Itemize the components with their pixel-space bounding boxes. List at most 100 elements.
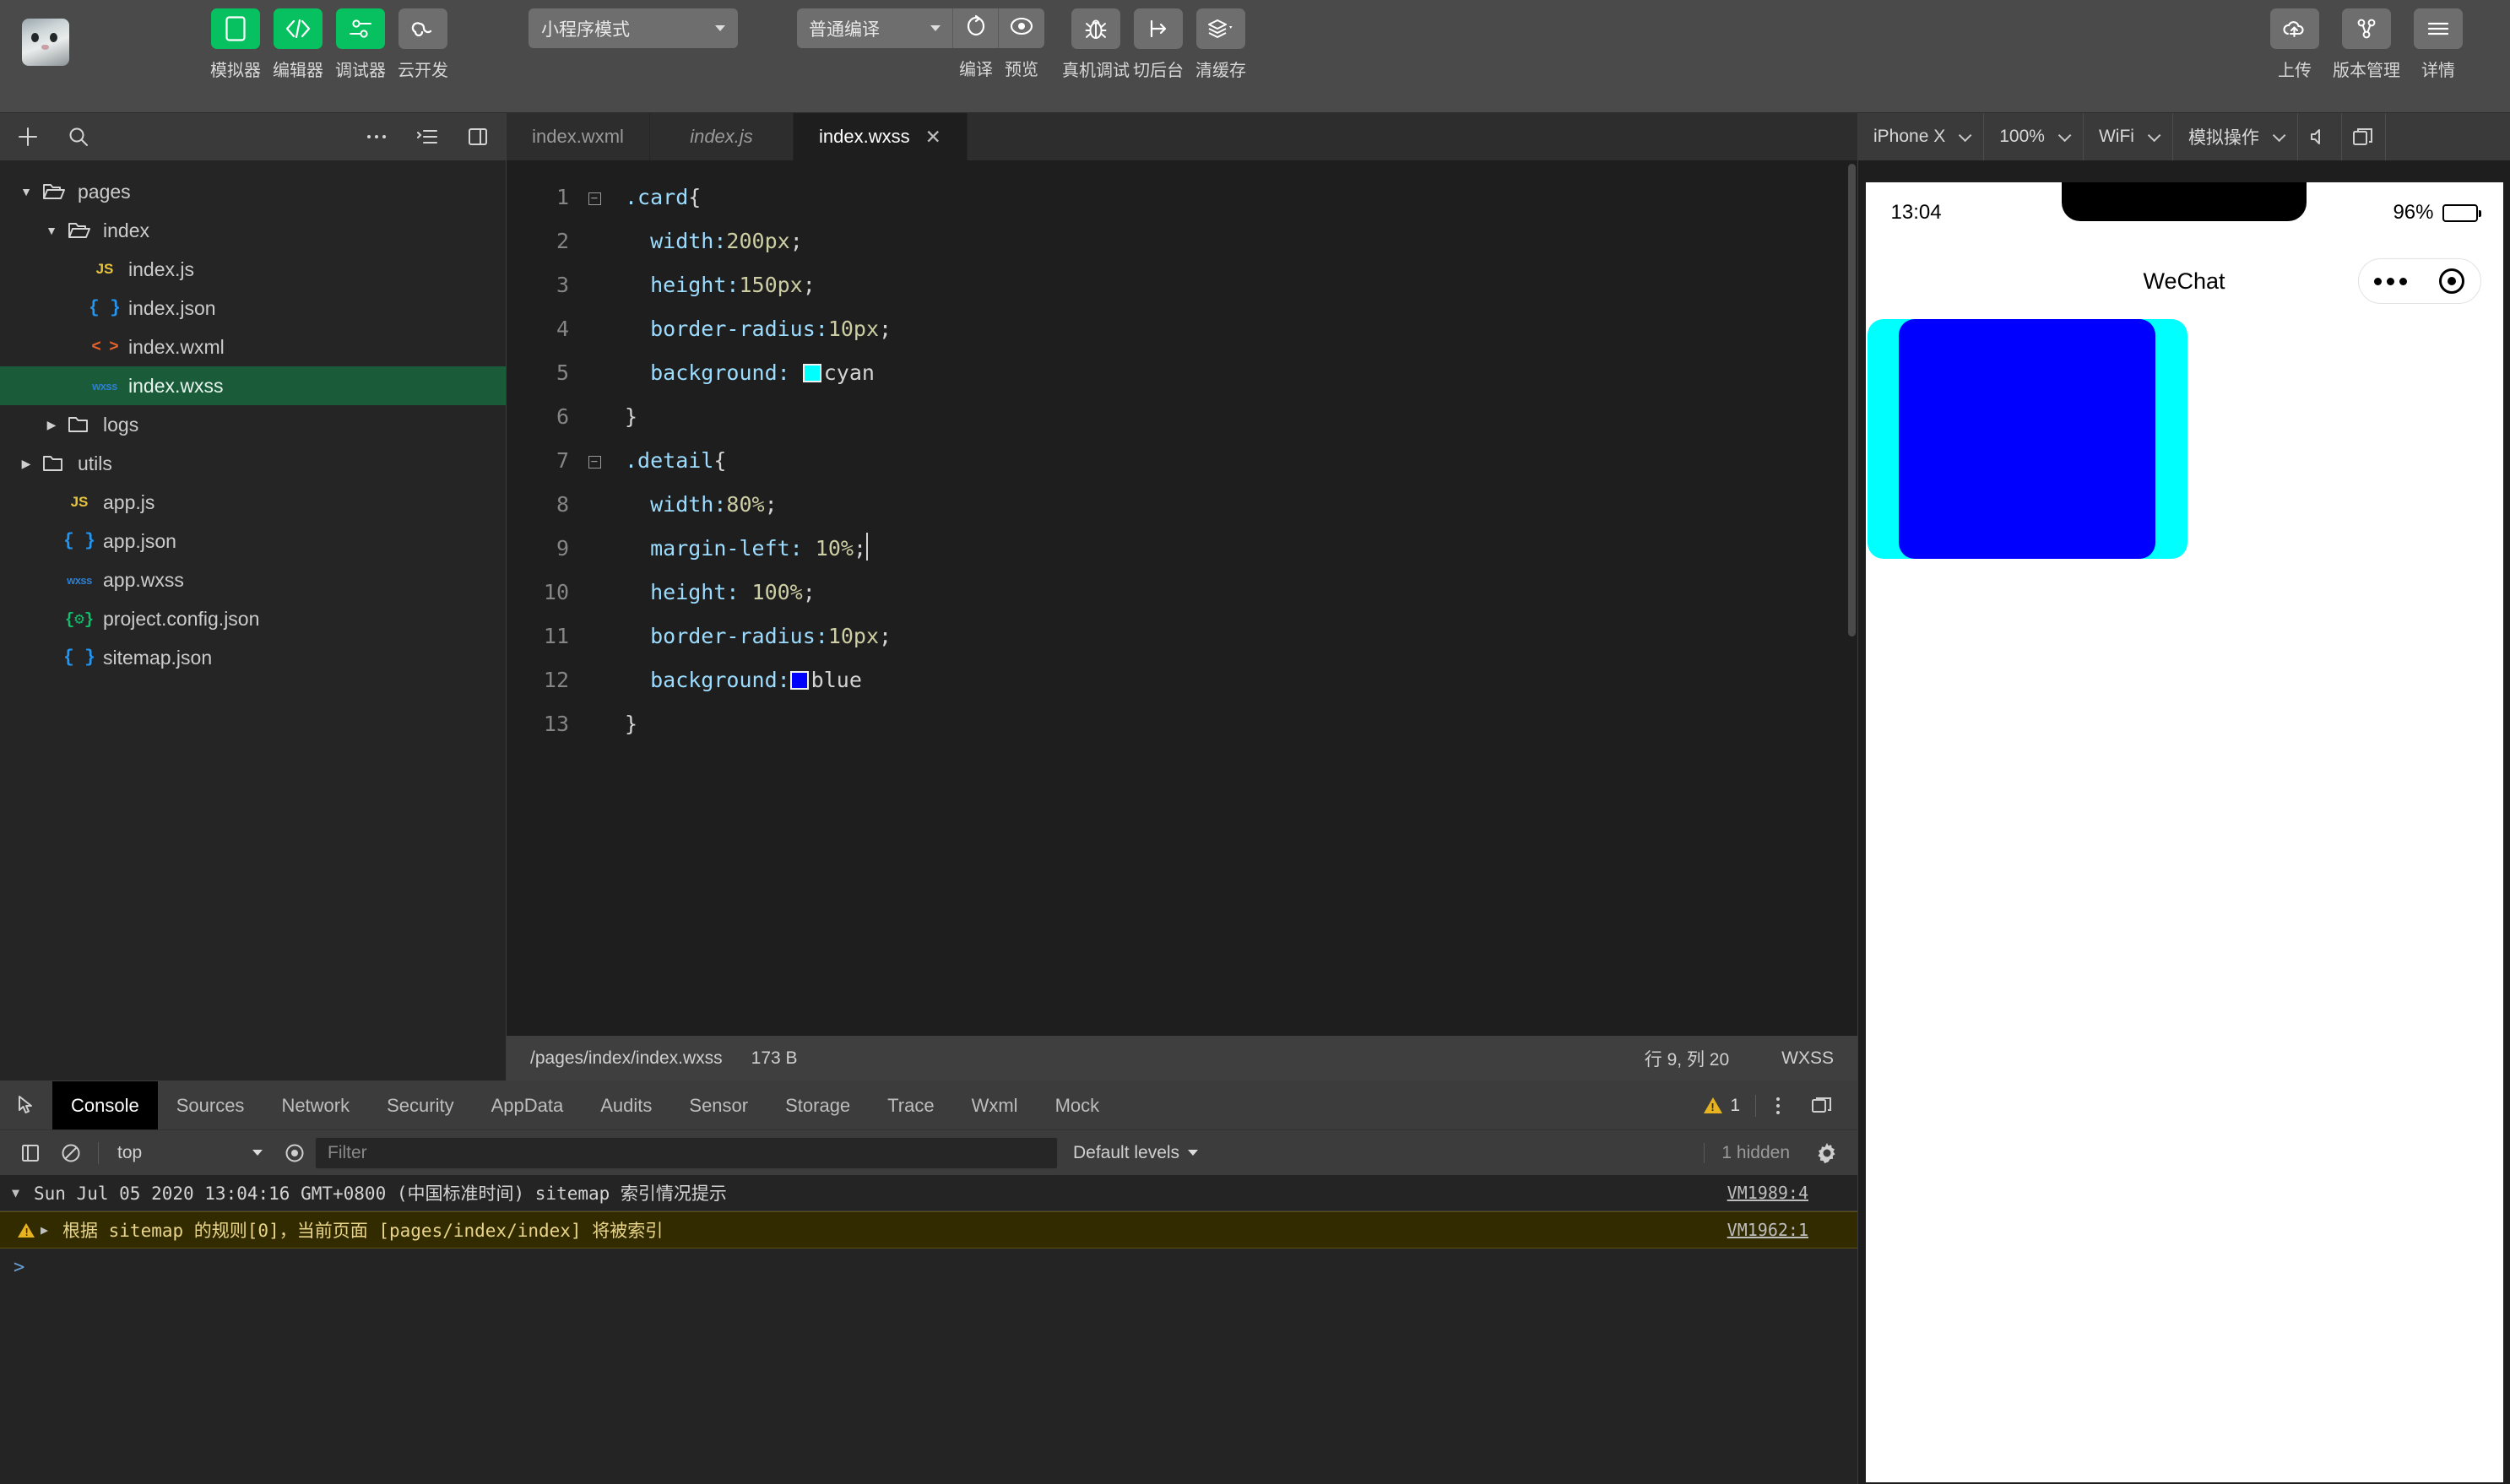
color-swatch[interactable]	[802, 364, 821, 382]
zoom-select[interactable]: 100%	[1984, 113, 2084, 160]
tree-item-utils[interactable]: ▶ utils	[0, 444, 506, 483]
panel-layout-icon[interactable]	[464, 122, 492, 151]
live-expression-icon[interactable]	[274, 1136, 315, 1170]
code-line[interactable]: 2 width:200px;	[507, 219, 1857, 263]
device-select[interactable]: iPhone X	[1858, 113, 1985, 160]
compile-mode-select[interactable]: 普通编译	[797, 8, 953, 48]
ellipsis-icon[interactable]	[362, 122, 391, 151]
details-button[interactable]: 详情	[2407, 8, 2469, 81]
cloud-dev-button[interactable]: 云开发	[392, 8, 454, 81]
devtools-tab-storage[interactable]: Storage	[767, 1081, 869, 1129]
code-line[interactable]: 8 width:80%;	[507, 483, 1857, 527]
devtools-tab-wxml[interactable]: Wxml	[953, 1081, 1037, 1129]
code-line[interactable]: 13}	[507, 702, 1857, 746]
tree-item-app-js[interactable]: JS app.js	[0, 483, 506, 522]
clear-console-icon[interactable]	[51, 1136, 91, 1170]
search-icon[interactable]	[64, 122, 93, 151]
console-context-select[interactable]: top	[106, 1143, 274, 1163]
compile-button[interactable]	[953, 8, 999, 48]
editor-tabs[interactable]: index.wxml index.js index.wxss ✕	[507, 113, 1857, 160]
code-line[interactable]: 4 border-radius:10px;	[507, 307, 1857, 351]
target-circle-icon[interactable]	[2438, 268, 2464, 294]
tree-item-index-wxml[interactable]: < > index.wxml	[0, 328, 506, 366]
plus-icon[interactable]	[14, 122, 42, 151]
fold-toggle-icon[interactable]: −	[584, 176, 604, 219]
code-line[interactable]: 11 border-radius:10px;	[507, 615, 1857, 658]
code-content[interactable]: 1− .card{2 width:200px; 3 height:150px; 4 b…	[507, 160, 1857, 1036]
inspect-cursor-icon[interactable]	[0, 1081, 52, 1129]
code-line[interactable]: 12 background: blue	[507, 658, 1857, 702]
editor-tab-index-js[interactable]: index.js	[650, 113, 794, 160]
kebab-menu-icon[interactable]	[1756, 1089, 1800, 1123]
clear-cache-button[interactable]: 清缓存	[1190, 8, 1252, 81]
chevron-right-icon[interactable]: ▶	[15, 457, 37, 471]
real-device-debug-button[interactable]: 真机调试	[1062, 8, 1130, 81]
version-control-button[interactable]: 版本管理	[2326, 8, 2407, 81]
status-cursor-position[interactable]: 行 9, 列 20	[1645, 1046, 1729, 1071]
background-button[interactable]: 切后台	[1127, 8, 1190, 81]
devtools-tab-sources[interactable]: Sources	[158, 1081, 263, 1129]
code-line[interactable]: 1− .card{	[507, 176, 1857, 219]
chevron-down-icon[interactable]: ▼	[15, 185, 37, 198]
editor-tab-index-wxml[interactable]: index.wxml	[507, 113, 650, 160]
chevron-down-icon[interactable]: ▼	[41, 224, 62, 237]
file-tree[interactable]: ▼ pages ▼ index JS index.js { } index.json < > in…	[0, 160, 506, 1081]
preview-button[interactable]	[999, 8, 1044, 48]
chevron-right-icon[interactable]: ▶	[41, 1222, 62, 1238]
upload-button[interactable]: 上传	[2263, 8, 2326, 81]
chevron-down-icon[interactable]: ▼	[12, 1185, 34, 1200]
close-icon[interactable]: ✕	[925, 127, 941, 147]
collapse-all-icon[interactable]	[413, 122, 442, 151]
tree-item-app-json[interactable]: { } app.json	[0, 522, 506, 561]
console-prompt[interactable]: >	[0, 1248, 1857, 1278]
code-line[interactable]: 9 margin-left: 10%;	[507, 527, 1857, 571]
network-select[interactable]: WiFi	[2084, 113, 2173, 160]
gear-icon[interactable]	[1807, 1136, 1847, 1170]
separate-window-icon[interactable]	[2342, 113, 2386, 160]
color-swatch[interactable]	[789, 671, 809, 690]
tree-item-index-js[interactable]: JS index.js	[0, 250, 506, 289]
editor-scrollbar[interactable]	[1846, 160, 1857, 1036]
code-area[interactable]: 1− .card{2 width:200px; 3 height:150px; 4 b…	[507, 160, 1857, 1036]
devtools-tab-audits[interactable]: Audits	[582, 1081, 670, 1129]
simulate-action-select[interactable]: 模拟操作	[2173, 113, 2298, 160]
tree-item-logs[interactable]: ▶ logs	[0, 405, 506, 444]
tree-item-index-json[interactable]: { } index.json	[0, 289, 506, 328]
tree-item-index-wxss[interactable]: wxss index.wxss	[0, 366, 506, 405]
console-source-link[interactable]: VM1962:1	[1727, 1220, 1808, 1240]
devtools-tab-console[interactable]: Console	[52, 1081, 158, 1129]
devtools-tab-mock[interactable]: Mock	[1037, 1081, 1119, 1129]
devtools-tab-appdata[interactable]: AppData	[473, 1081, 583, 1129]
devtools-tab-sensor[interactable]: Sensor	[670, 1081, 767, 1129]
console-levels-select[interactable]: Default levels	[1058, 1143, 1213, 1163]
tree-item-pages[interactable]: ▼ pages	[0, 172, 506, 211]
fold-toggle-icon[interactable]: −	[584, 439, 604, 483]
ellipsis-icon[interactable]	[2374, 277, 2408, 285]
status-language[interactable]: WXSS	[1781, 1048, 1834, 1069]
devtools-tab-network[interactable]: Network	[263, 1081, 368, 1129]
code-line[interactable]: 10 height: 100%;	[507, 571, 1857, 615]
editor-button[interactable]: 编辑器	[267, 8, 329, 81]
code-line[interactable]: 7− .detail{	[507, 439, 1857, 483]
devtools-tab-security[interactable]: Security	[368, 1081, 472, 1129]
dock-panel-icon[interactable]	[1800, 1089, 1844, 1123]
simulator-button[interactable]: 模拟器	[204, 8, 267, 81]
console-output[interactable]: ▼ Sun Jul 05 2020 13:04:16 GMT+0800 (中国标准…	[0, 1175, 1857, 1484]
console-sidebar-icon[interactable]	[10, 1136, 51, 1170]
console-source-link[interactable]: VM1989:4	[1727, 1183, 1808, 1203]
mute-icon[interactable]	[2298, 113, 2342, 160]
tree-item-sitemap-json[interactable]: { } sitemap.json	[0, 638, 506, 677]
devtools-tab-trace[interactable]: Trace	[869, 1081, 952, 1129]
code-line[interactable]: 5 background: cyan	[507, 351, 1857, 395]
warning-count-chip[interactable]: 1	[1689, 1096, 1755, 1116]
tree-item-index[interactable]: ▼ index	[0, 211, 506, 250]
debugger-button[interactable]: 调试器	[329, 8, 392, 81]
editor-tab-index-wxss[interactable]: index.wxss ✕	[794, 113, 968, 160]
tree-item-project-config-json[interactable]: {⚙} project.config.json	[0, 599, 506, 638]
code-line[interactable]: 6}	[507, 395, 1857, 439]
mode-select[interactable]: 小程序模式	[529, 8, 738, 48]
chevron-right-icon[interactable]: ▶	[41, 418, 62, 432]
wechat-capsule[interactable]	[2357, 258, 2481, 304]
console-message-info[interactable]: ▼ Sun Jul 05 2020 13:04:16 GMT+0800 (中国标准…	[0, 1175, 1857, 1211]
code-line[interactable]: 3 height:150px;	[507, 263, 1857, 307]
